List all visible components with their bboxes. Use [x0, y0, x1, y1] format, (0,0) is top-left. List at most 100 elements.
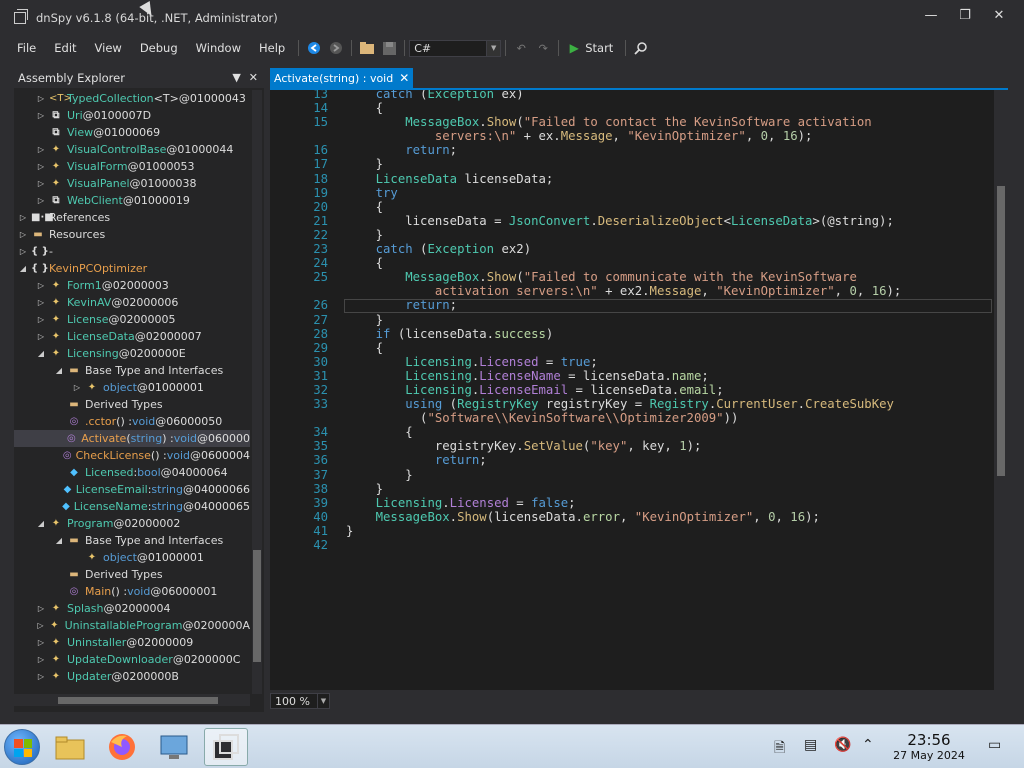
code-line[interactable]: Licensing.LicenseEmail = licenseData.ema…	[346, 383, 901, 397]
start-play-icon[interactable]: ▶	[566, 40, 582, 56]
tree-node[interactable]: ▷ ✦ VisualControlBase @01000044	[14, 141, 250, 158]
code-editor[interactable]: 13 14 15 16 17 18 19 20 21 22 23 24 25 26 27 28 29 30 31 32…	[270, 90, 1008, 690]
code-line[interactable]: Licensing.Licensed = true;	[346, 355, 901, 369]
tree-node[interactable]: ✦ object @01000001	[14, 549, 250, 566]
tree-node[interactable]: ◢{ } KevinPCOptimizer	[14, 260, 250, 277]
code-line[interactable]: Licensing.Licensed = false;	[346, 496, 901, 510]
menu-edit[interactable]: Edit	[45, 41, 85, 55]
code-line[interactable]: catch (Exception ex2)	[346, 242, 901, 256]
tree-node[interactable]: ◢ ✦ Program @02000002	[14, 515, 250, 532]
tree-node[interactable]: ⧉ View @01000069	[14, 124, 250, 141]
tab-activate[interactable]: Activate(string) : void ✕	[270, 68, 414, 88]
tab-close-icon[interactable]: ✕	[399, 71, 409, 85]
collapse-arrow-icon[interactable]: ◢	[54, 536, 64, 545]
show-desktop-icon[interactable]: ▭	[988, 737, 1001, 753]
expand-arrow-icon[interactable]: ▷	[36, 604, 46, 613]
code-content[interactable]: catch (Exception ex) { MessageBox.Show("…	[346, 90, 901, 552]
code-line[interactable]: catch (Exception ex)	[346, 90, 901, 101]
forward-icon[interactable]	[328, 40, 344, 56]
clipboard-tray-icon[interactable]: ▤	[804, 737, 817, 753]
assembly-tree[interactable]: ▷ <T> TypedCollection <T> @01000043 ▷ ⧉ Uri @0…	[14, 90, 250, 694]
tree-node[interactable]: ▷ ✦ UpdateDownloader @0200000C	[14, 651, 250, 668]
tree-node[interactable]: ▷ ✦ LicenseData @02000007	[14, 328, 250, 345]
expand-arrow-icon[interactable]: ▷	[36, 315, 46, 324]
tree-node[interactable]: ◆ Licensed : bool @04000064	[14, 464, 250, 481]
tree-node[interactable]: ▷ <T> TypedCollection <T> @01000043	[14, 90, 250, 107]
menu-help[interactable]: Help	[250, 41, 294, 55]
tree-node[interactable]: ◢ ▬ Base Type and Interfaces	[14, 362, 250, 379]
expand-arrow-icon[interactable]: ▷	[72, 383, 82, 392]
menu-file[interactable]: File	[8, 41, 45, 55]
code-line[interactable]: }	[346, 524, 901, 538]
code-line[interactable]: LicenseData licenseData;	[346, 172, 901, 186]
tree-node[interactable]: ◢ ▬ Base Type and Interfaces	[14, 532, 250, 549]
tree-node[interactable]: ▷ ✦ Updater @0200000B	[14, 668, 250, 685]
code-line[interactable]: }	[346, 228, 901, 242]
tree-node[interactable]: ▬ Derived Types	[14, 566, 250, 583]
restore-button[interactable]: ❐	[950, 8, 980, 28]
menu-debug[interactable]: Debug	[131, 41, 187, 55]
code-line[interactable]: {	[346, 425, 901, 439]
code-line[interactable]: activation servers:\n" + ex2.Message, "K…	[346, 284, 901, 298]
tree-node[interactable]: ▷{ } -	[14, 243, 250, 260]
scrollbar-thumb[interactable]	[253, 550, 261, 662]
minimize-button[interactable]: —	[916, 8, 946, 28]
code-line[interactable]: licenseData = JsonConvert.DeserializeObj…	[346, 214, 901, 228]
panel-close-icon[interactable]: ✕	[249, 71, 258, 84]
dnspy-taskbar-icon[interactable]	[204, 728, 248, 766]
code-line[interactable]	[346, 538, 901, 552]
scrollbar-thumb[interactable]	[997, 186, 1005, 476]
expand-arrow-icon[interactable]: ▷	[36, 196, 46, 205]
expand-arrow-icon[interactable]: ▷	[36, 179, 46, 188]
code-line[interactable]: }	[346, 468, 901, 482]
network-tray-icon[interactable]: 🗎	[774, 737, 785, 761]
tree-node[interactable]: ▷ ✦ UninstallableProgram @0200000A	[14, 617, 250, 634]
menu-view[interactable]: View	[86, 41, 131, 55]
expand-arrow-icon[interactable]: ▷	[36, 145, 46, 154]
control-panel-taskbar-icon[interactable]	[152, 728, 196, 766]
code-line[interactable]: }	[346, 313, 901, 327]
code-line[interactable]: {	[346, 101, 901, 115]
start-button-orb[interactable]	[4, 729, 40, 765]
tree-node[interactable]: ▷ ✦ KevinAV @02000006	[14, 294, 250, 311]
expand-arrow-icon[interactable]: ▷	[36, 621, 45, 630]
code-line[interactable]: servers:\n" + ex.Message, "KevinOptimize…	[346, 129, 901, 143]
menu-window[interactable]: Window	[187, 41, 250, 55]
code-line[interactable]: }	[346, 482, 901, 496]
code-line[interactable]: ("Software\\KevinSoftware\\Optimizer2009…	[346, 411, 901, 425]
volume-muted-icon[interactable]: 🔇	[834, 737, 851, 753]
tree-node[interactable]: ▷ ✦ License @02000005	[14, 311, 250, 328]
explorer-vertical-scrollbar[interactable]	[252, 90, 262, 694]
explorer-horizontal-scrollbar[interactable]	[14, 694, 250, 706]
tree-node[interactable]: ▷ ✦ VisualForm @01000053	[14, 158, 250, 175]
editor-vertical-scrollbar[interactable]	[994, 90, 1008, 690]
expand-arrow-icon[interactable]: ▷	[36, 162, 46, 171]
expand-arrow-icon[interactable]: ▷	[18, 213, 28, 222]
expand-arrow-icon[interactable]: ▷	[36, 94, 46, 103]
file-explorer-taskbar-icon[interactable]	[48, 728, 92, 766]
collapse-arrow-icon[interactable]: ◢	[36, 519, 46, 528]
tree-node[interactable]: ▷ ✦ Splash @02000004	[14, 600, 250, 617]
expand-arrow-icon[interactable]: ▷	[36, 111, 46, 120]
code-line[interactable]: {	[346, 200, 901, 214]
expand-arrow-icon[interactable]: ▷	[36, 655, 46, 664]
tree-node[interactable]: ◆ LicenseEmail : string @04000066	[14, 481, 250, 498]
tree-node[interactable]: ◎ .cctor() : void @06000050	[14, 413, 250, 430]
tree-node[interactable]: ◎ Activate(string) : void @060000	[14, 430, 250, 447]
save-icon[interactable]	[381, 40, 397, 56]
code-line[interactable]: using (RegistryKey registryKey = Registr…	[346, 397, 901, 411]
expand-arrow-icon[interactable]: ▷	[18, 247, 28, 256]
tree-node[interactable]: ◆ LicenseName : string @04000065	[14, 498, 250, 515]
tree-node[interactable]: ◎ CheckLicense() : void @0600004	[14, 447, 250, 464]
tree-node[interactable]: ◎ Main() : void @06000001	[14, 583, 250, 600]
start-button[interactable]: Start	[585, 41, 613, 55]
expand-arrow-icon[interactable]: ▷	[36, 332, 46, 341]
firefox-taskbar-icon[interactable]	[100, 728, 144, 766]
tree-node[interactable]: ▬ Derived Types	[14, 396, 250, 413]
show-hidden-icons-chevron-icon[interactable]: ⌃	[862, 737, 874, 753]
expand-arrow-icon[interactable]: ▷	[36, 672, 46, 681]
close-button[interactable]: ✕	[984, 8, 1014, 28]
code-line[interactable]: {	[346, 341, 901, 355]
collapse-arrow-icon[interactable]: ◢	[54, 366, 64, 375]
code-line[interactable]: MessageBox.Show(licenseData.error, "Kevi…	[346, 510, 901, 524]
